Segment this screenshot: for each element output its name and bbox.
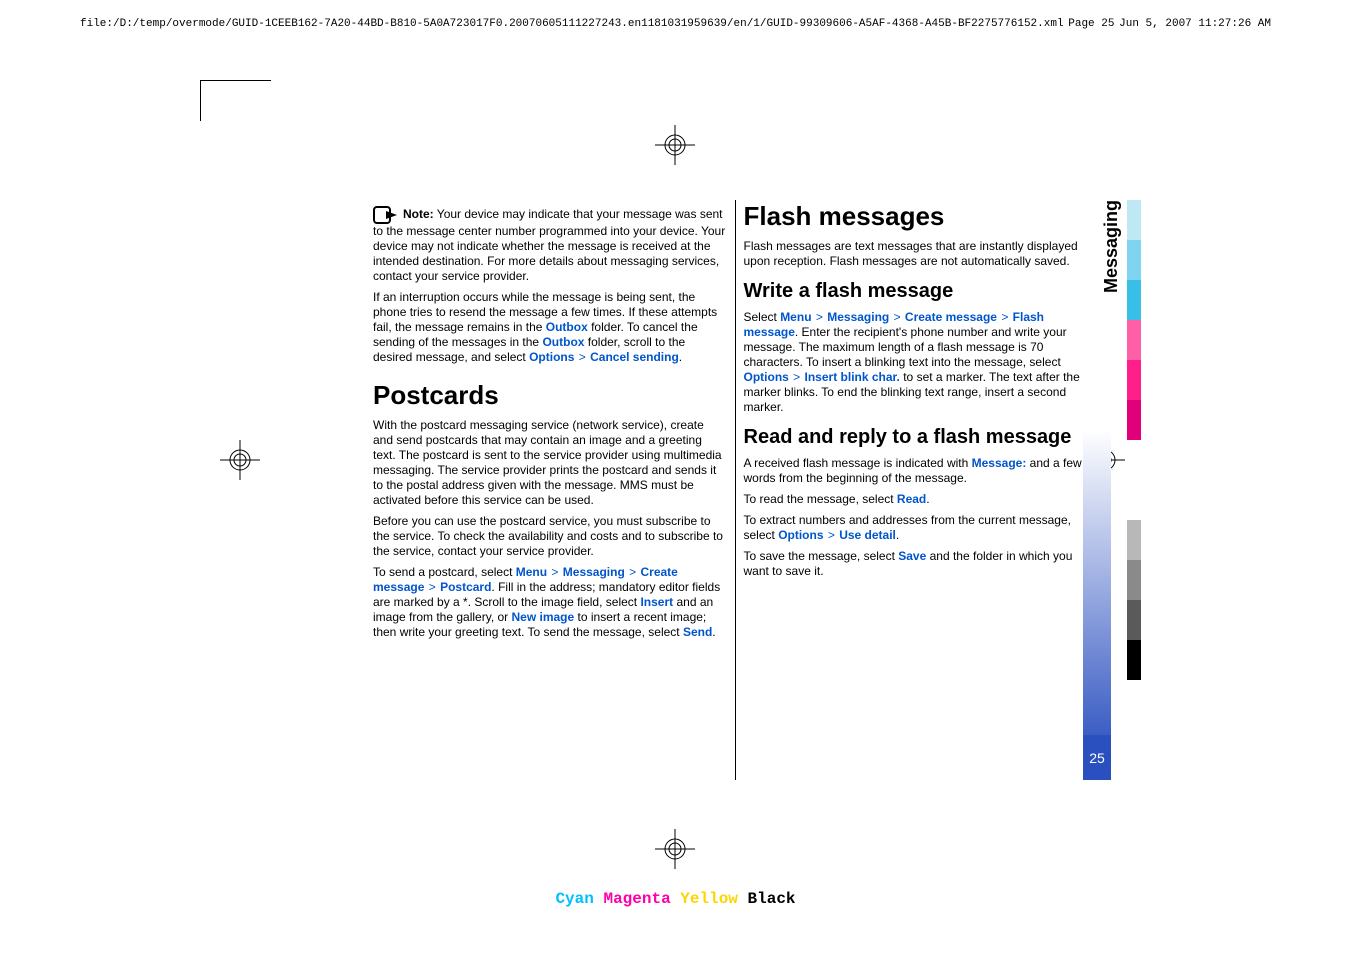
- color-bar: [1127, 600, 1141, 640]
- flash-desc: Flash messages are text messages that ar…: [744, 239, 1098, 269]
- crop-mark: [200, 80, 271, 121]
- save-message: To save the message, select Save and the…: [744, 549, 1098, 579]
- options-link: Options: [778, 528, 823, 542]
- color-bar: [1127, 440, 1141, 480]
- cmyk-footer: Cyan Magenta Yellow Black: [0, 890, 1351, 908]
- header-timestamp: Jun 5, 2007 11:27:26 AM: [1119, 18, 1271, 30]
- black-label: Black: [748, 890, 796, 908]
- color-bar: [1127, 400, 1141, 440]
- column-left: Note: Your device may indicate that your…: [365, 200, 735, 780]
- options-link: Options: [744, 370, 789, 384]
- write-flash-heading: Write a flash message: [744, 279, 1098, 304]
- postcards-heading: Postcards: [373, 379, 727, 412]
- received-flash: A received flash message is indicated wi…: [744, 456, 1098, 486]
- postcards-subscribe: Before you can use the postcard service,…: [373, 514, 727, 559]
- save-link: Save: [898, 549, 926, 563]
- note-label: Note:: [403, 207, 434, 221]
- extract-detail: To extract numbers and addresses from th…: [744, 513, 1098, 543]
- read-link: Read: [897, 492, 926, 506]
- write-flash-body: Select Menu > Messaging > Create message…: [744, 310, 1098, 415]
- note-paragraph: Note: Your device may indicate that your…: [373, 206, 727, 284]
- color-bar: [1127, 560, 1141, 600]
- messaging-link: Messaging: [563, 565, 625, 579]
- read-message: To read the message, select Read.: [744, 492, 1098, 507]
- color-bar: [1127, 360, 1141, 400]
- options-link: Options: [529, 350, 574, 364]
- column-right: Flash messages Flash messages are text m…: [735, 200, 1106, 780]
- header-path: file:/D:/temp/overmode/GUID-1CEEB162-7A2…: [80, 18, 1064, 30]
- registration-mark-icon: [655, 829, 695, 869]
- outbox-link: Outbox: [542, 335, 584, 349]
- postcards-send: To send a postcard, select Menu > Messag…: [373, 565, 727, 640]
- postcards-desc: With the postcard messaging service (net…: [373, 418, 727, 508]
- message-label: Message:: [972, 456, 1027, 470]
- outbox-paragraph: If an interruption occurs while the mess…: [373, 290, 727, 365]
- note-icon: [373, 206, 399, 224]
- side-gradient: [1083, 430, 1111, 780]
- outbox-link: Outbox: [546, 320, 588, 334]
- header-page: Page 25: [1068, 18, 1114, 30]
- color-bar: [1127, 520, 1141, 560]
- color-bar: [1127, 320, 1141, 360]
- new-image-link: New image: [512, 610, 575, 624]
- read-reply-heading: Read and reply to a flash message: [744, 425, 1098, 450]
- create-message-link: Create message: [905, 310, 997, 324]
- color-calibration-bars: [1127, 200, 1141, 680]
- messaging-link: Messaging: [827, 310, 889, 324]
- color-bar: [1127, 200, 1141, 240]
- menu-link: Menu: [780, 310, 811, 324]
- yellow-label: Yellow: [680, 890, 738, 908]
- magenta-label: Magenta: [603, 890, 670, 908]
- registration-mark-icon: [655, 125, 695, 165]
- postcard-link: Postcard: [440, 580, 491, 594]
- page-number: 25: [1083, 735, 1111, 780]
- color-bar: [1127, 640, 1141, 680]
- flash-messages-heading: Flash messages: [744, 200, 1098, 233]
- cancel-sending-link: Cancel sending: [590, 350, 679, 364]
- send-link: Send: [683, 625, 712, 639]
- page-content: Note: Your device may indicate that your…: [365, 200, 1105, 780]
- cyan-label: Cyan: [555, 890, 593, 908]
- color-bar: [1127, 240, 1141, 280]
- color-bar: [1127, 480, 1141, 520]
- insert-link: Insert: [640, 595, 673, 609]
- use-detail-link: Use detail: [839, 528, 896, 542]
- insert-blink-link: Insert blink char.: [805, 370, 900, 384]
- color-bar: [1127, 280, 1141, 320]
- menu-link: Menu: [516, 565, 547, 579]
- registration-mark-icon: [220, 440, 260, 480]
- side-tab-label: Messaging: [1101, 200, 1122, 293]
